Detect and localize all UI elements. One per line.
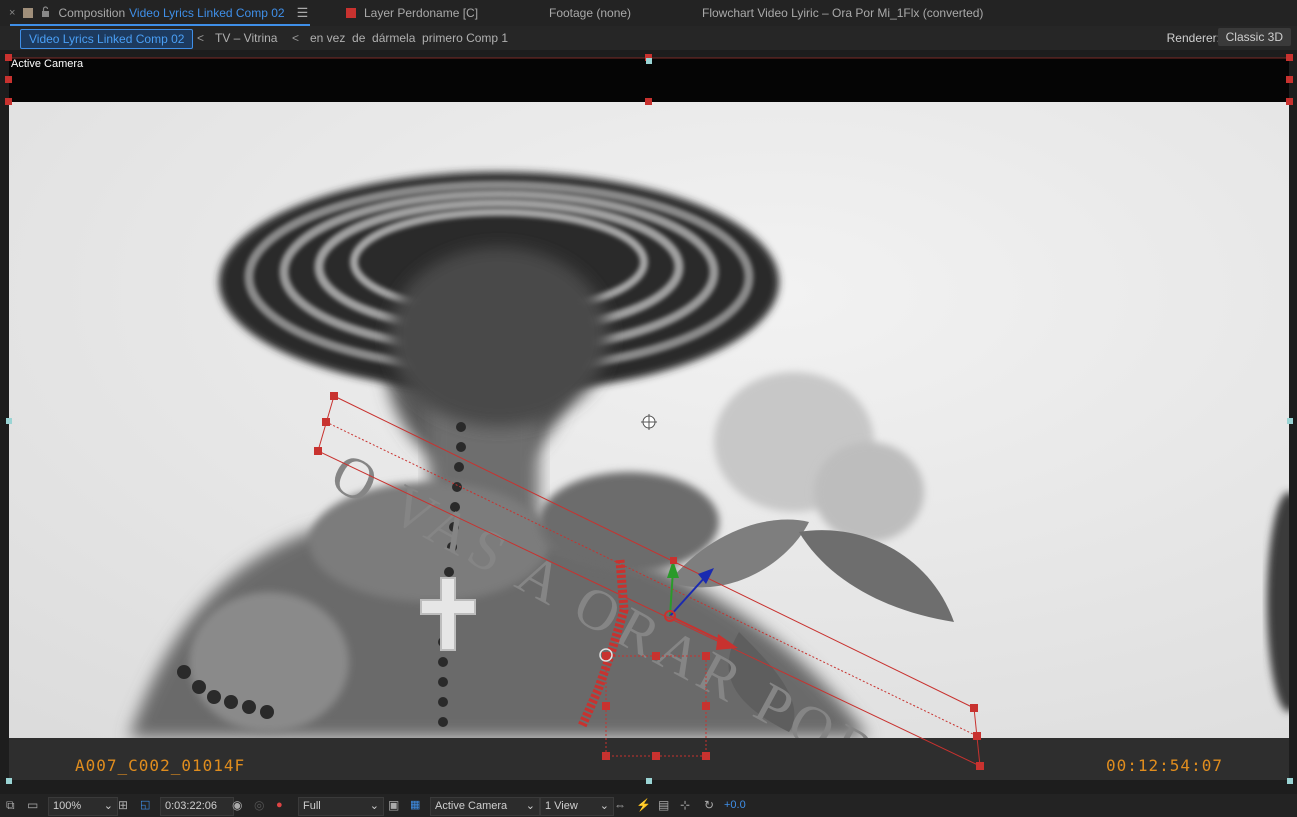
fast-preview-icon[interactable]: ▣ — [388, 797, 399, 814]
viewer-status-bar: ⧉ ▭ 100% ⌄ ⊞ ◱ 0:03:22:06 ◉ ◎ ● Full ⌄ ▣… — [0, 794, 1297, 817]
show-snapshot-icon[interactable]: ◎ — [254, 797, 264, 814]
chevron-down-icon: ⌄ — [599, 800, 609, 812]
toggle-pixel-aspect-icon[interactable]: ⇔ — [614, 797, 626, 814]
composition-tab[interactable]: × Composition Video Lyrics Linked Comp 0… — [9, 0, 308, 26]
zoom-value: 100% — [53, 800, 82, 812]
3d-view-value: Active Camera — [435, 800, 508, 812]
renderer-dropdown[interactable]: Classic 3D — [1217, 28, 1291, 46]
3d-view-dropdown[interactable]: Active Camera ⌄ — [430, 797, 540, 816]
toggle-transparency-grid-icon[interactable]: ◱ — [140, 797, 150, 814]
camera-snapshot-icon[interactable]: ◉ — [232, 797, 242, 814]
region-of-interest-icon[interactable]: ⊞ — [118, 797, 128, 814]
layer-tab-label: Layer Perdoname [C] — [364, 6, 479, 20]
current-time-display[interactable]: 0:03:22:06 — [160, 797, 234, 816]
transparency-grid-icon[interactable]: ▦ — [410, 797, 420, 814]
close-tab-icon[interactable]: × — [9, 7, 15, 19]
layer-tab[interactable]: Layer Perdoname [C] — [346, 0, 478, 26]
resolution-dropdown[interactable]: Full ⌄ — [298, 797, 384, 816]
chevron-down-icon: ⌄ — [525, 800, 535, 812]
breadcrumb-item-en-vez-comp[interactable]: en vez de dármela primero Comp 1 — [310, 29, 508, 47]
monitor-icon[interactable]: ▭ — [27, 797, 38, 814]
footage-tab-label: Footage (none) — [549, 6, 632, 20]
chevron-down-icon: ⌄ — [103, 800, 113, 812]
chevron-left-icon: < — [292, 31, 300, 45]
breadcrumb-item-current[interactable]: Video Lyrics Linked Comp 02 — [20, 29, 194, 49]
chevron-left-icon: < — [197, 31, 205, 45]
composition-viewer[interactable]: Active Camera O VAS A ORAR POR A007_C002… — [0, 50, 1297, 794]
resolution-value: Full — [303, 800, 321, 812]
lock-icon[interactable] — [41, 6, 50, 20]
timecode-burn-in-bar: A007_C002_01014F 00:12:54:07 — [9, 738, 1289, 780]
exposure-value[interactable]: +0.0 — [724, 797, 746, 814]
panel-tab-bar: × Composition Video Lyrics Linked Comp 0… — [0, 0, 1297, 26]
breadcrumb-item-tv-vitrina[interactable]: TV – Vitrina — [215, 29, 277, 47]
footage-tab[interactable]: Footage (none) — [549, 0, 631, 26]
renderer-label: Renderer: — [1166, 31, 1220, 45]
clip-name-timecode: A007_C002_01014F — [75, 756, 246, 775]
letterbox-top — [9, 58, 1289, 104]
flowchart-tab[interactable]: Flowchart Video Lyiric – Ora Por Mi_1Flx… — [702, 0, 983, 26]
panel-menu-icon[interactable]: ☰ — [297, 5, 309, 21]
fast-previews-icon[interactable]: ⚡ — [636, 797, 651, 814]
view-layout-dropdown[interactable]: 1 View ⌄ — [540, 797, 614, 816]
active-camera-label: Active Camera — [11, 58, 84, 70]
show-channel-icon[interactable]: ● — [276, 797, 283, 814]
reset-exposure-icon[interactable]: ↻ — [704, 797, 714, 814]
view-layout-value: 1 View — [545, 800, 578, 812]
composition-swatch-icon — [23, 8, 34, 18]
record-timecode: 00:12:54:07 — [1106, 756, 1223, 775]
composition-tab-prefix: Composition — [58, 6, 126, 20]
flowchart-tab-label: Flowchart Video Lyiric – Ora Por Mi_1Flx… — [702, 6, 984, 20]
composition-tab-name: Video Lyrics Linked Comp 02 — [129, 6, 285, 20]
flowchart-icon[interactable]: ⊹ — [680, 797, 690, 814]
composition-breadcrumb: Video Lyrics Linked Comp 02 < TV – Vitri… — [0, 26, 1297, 50]
chevron-down-icon: ⌄ — [369, 800, 379, 812]
always-preview-icon[interactable]: ⧉ — [6, 797, 15, 814]
zoom-dropdown[interactable]: 100% ⌄ — [48, 797, 118, 816]
video-frame[interactable]: O VAS A ORAR POR MI — [9, 102, 1289, 738]
layer-swatch-icon — [346, 8, 356, 18]
timeline-icon[interactable]: ▤ — [658, 797, 669, 814]
video-frame-image: O VAS A ORAR POR MI — [9, 102, 1289, 738]
